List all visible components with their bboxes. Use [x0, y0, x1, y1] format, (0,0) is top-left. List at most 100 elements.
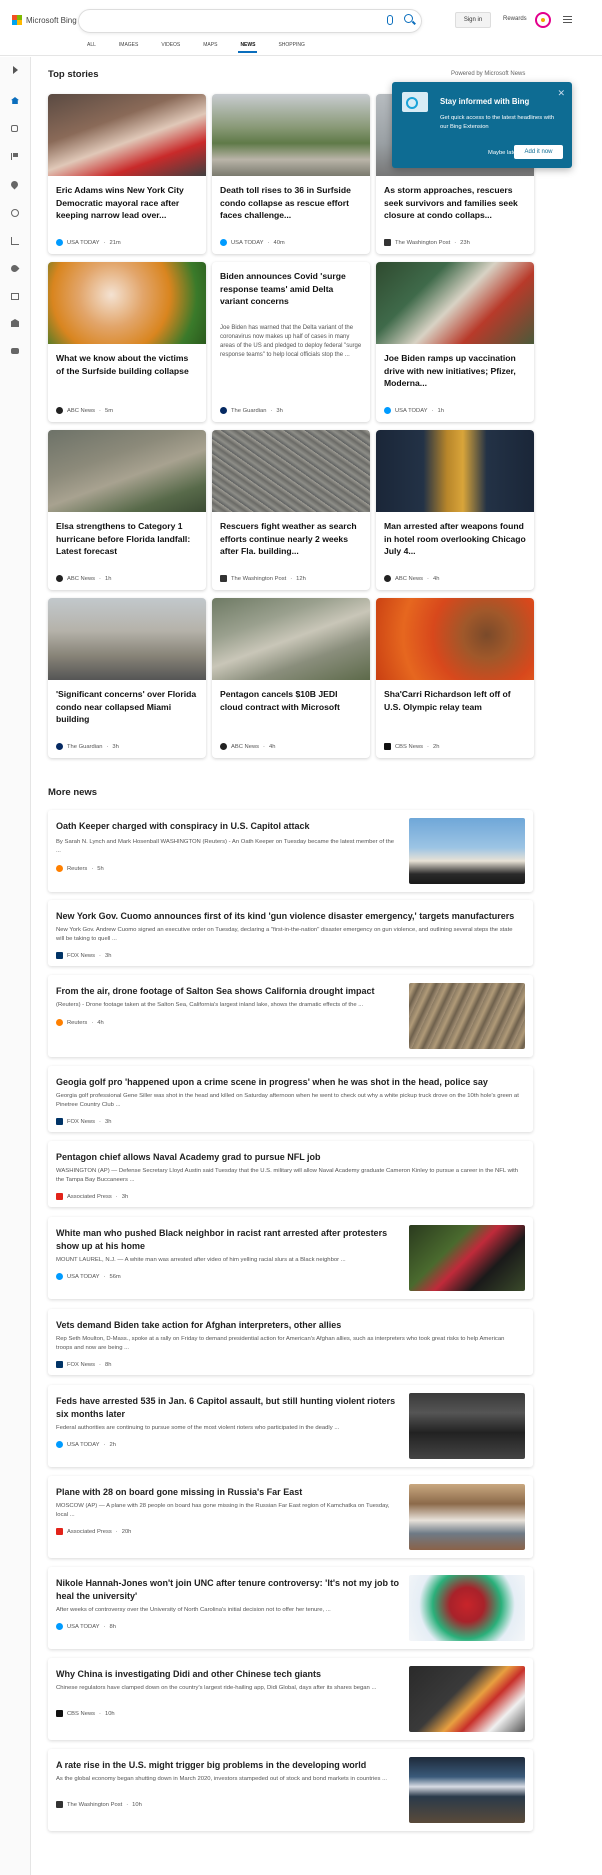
news-source: USA TODAY · 2h: [56, 1441, 116, 1448]
home-icon[interactable]: [11, 97, 19, 104]
ap-logo-icon: [56, 1528, 63, 1535]
story-image: [48, 430, 206, 512]
search-input[interactable]: [78, 9, 422, 33]
story-card[interactable]: Elsa strengthens to Category 1 hurricane…: [48, 430, 206, 590]
story-source: USA TODAY · 40m: [220, 239, 285, 246]
story-image: [212, 94, 370, 176]
chart-icon[interactable]: [11, 237, 19, 245]
story-title: Death toll rises to 36 in Surfside condo…: [220, 185, 351, 220]
abc-news-logo-icon: [56, 575, 63, 582]
news-source: Reuters · 5h: [56, 865, 104, 872]
news-title: Plane with 28 on board gone missing in R…: [56, 1487, 303, 1497]
story-card[interactable]: Rescuers fight weather as search efforts…: [212, 430, 370, 590]
cbs-news-logo-icon: [56, 1710, 63, 1717]
news-image: [409, 1575, 525, 1641]
usa-today-logo-icon: [56, 1273, 63, 1280]
story-card[interactable]: Biden announces Covid 'surge response te…: [212, 262, 370, 422]
news-image: [409, 818, 525, 884]
story-source: The Guardian · 3h: [220, 407, 283, 414]
fox-news-logo-icon: [56, 952, 63, 959]
sign-in-button[interactable]: Sign in: [455, 12, 491, 28]
flag-icon[interactable]: [11, 153, 18, 160]
microphone-icon[interactable]: [387, 15, 393, 25]
abc-news-logo-icon: [220, 743, 227, 750]
news-source: FOX News · 3h: [56, 1118, 111, 1125]
story-title: As storm approaches, rescuers seek survi…: [384, 185, 518, 220]
news-source: USA TODAY · 8h: [56, 1623, 116, 1630]
tools-icon[interactable]: [11, 125, 18, 132]
news-source: CBS News · 10h: [56, 1710, 115, 1717]
scope-maps[interactable]: MAPS: [203, 42, 217, 48]
story-card[interactable]: 'Significant concerns' over Florida cond…: [48, 598, 206, 758]
news-description: By Sarah N. Lynch and Mark Hosenball WAS…: [56, 839, 394, 854]
scope-news[interactable]: NEWS: [238, 42, 258, 53]
bing-logo[interactable]: Microsoft Bing: [12, 15, 77, 25]
scope-all[interactable]: ALL: [87, 42, 96, 48]
story-card[interactable]: Eric Adams wins New York City Democratic…: [48, 94, 206, 254]
reuters-logo-icon: [56, 1019, 63, 1026]
news-item[interactable]: Geogia golf pro 'happened upon a crime s…: [48, 1066, 533, 1132]
story-image: [212, 430, 370, 512]
story-card[interactable]: Sha'Carri Richardson left off of U.S. Ol…: [376, 598, 534, 758]
story-title: Joe Biden ramps up vaccination drive wit…: [384, 353, 516, 388]
search-icon[interactable]: [404, 14, 413, 23]
news-title: Oath Keeper charged with conspiracy in U…: [56, 821, 310, 831]
usa-today-logo-icon: [220, 239, 227, 246]
rewards-badge-icon[interactable]: [535, 12, 551, 28]
story-title: Rescuers fight weather as search efforts…: [220, 521, 357, 556]
news-item[interactable]: White man who pushed Black neighbor in r…: [48, 1217, 533, 1299]
story-card[interactable]: Pentagon cancels $10B JEDI cloud contrac…: [212, 598, 370, 758]
close-icon[interactable]: ✕: [557, 88, 565, 99]
news-item[interactable]: A rate rise in the U.S. might trigger bi…: [48, 1749, 533, 1831]
top-header: Microsoft Bing Sign in Rewards ALL IMAGE…: [0, 0, 602, 56]
story-card[interactable]: Death toll rises to 36 in Surfside condo…: [212, 94, 370, 254]
story-source: ABC News · 4h: [220, 743, 275, 750]
expand-rail-icon[interactable]: [13, 66, 18, 74]
location-pin-icon[interactable]: [9, 179, 20, 190]
news-title: New York Gov. Cuomo announces first of i…: [56, 911, 515, 921]
scope-images[interactable]: IMAGES: [119, 42, 138, 48]
news-source: FOX News · 8h: [56, 1361, 111, 1368]
story-source: USA TODAY · 21m: [56, 239, 121, 246]
story-card[interactable]: What we know about the victims of the Su…: [48, 262, 206, 422]
news-item[interactable]: Nikole Hannah-Jones won't join UNC after…: [48, 1567, 533, 1649]
news-description: New York Gov. Andrew Cuomo signed an exe…: [56, 927, 513, 942]
story-source: ABC News · 5m: [56, 407, 113, 414]
news-item[interactable]: Oath Keeper charged with conspiracy in U…: [48, 810, 533, 892]
rocket-icon[interactable]: [9, 263, 20, 274]
fox-news-logo-icon: [56, 1118, 63, 1125]
news-title: Nikole Hannah-Jones won't join UNC after…: [56, 1578, 399, 1601]
scope-shopping[interactable]: SHOPPING: [278, 42, 304, 48]
globe-icon[interactable]: [11, 209, 19, 217]
story-card[interactable]: Man arrested after weapons found in hote…: [376, 430, 534, 590]
hamburger-menu-icon[interactable]: [563, 16, 572, 25]
reuters-logo-icon: [56, 865, 63, 872]
news-item[interactable]: Vets demand Biden take action for Afghan…: [48, 1309, 533, 1375]
story-source: USA TODAY · 1h: [384, 407, 444, 414]
news-image: [409, 983, 525, 1049]
news-title: From the air, drone footage of Salton Se…: [56, 986, 375, 996]
scope-videos[interactable]: VIDEOS: [161, 42, 180, 48]
rewards-link[interactable]: Rewards: [503, 16, 527, 22]
news-item[interactable]: Plane with 28 on board gone missing in R…: [48, 1476, 533, 1558]
news-item[interactable]: New York Gov. Cuomo announces first of i…: [48, 900, 533, 966]
story-card[interactable]: Joe Biden ramps up vaccination drive wit…: [376, 262, 534, 422]
building-icon[interactable]: [11, 319, 19, 327]
abc-news-logo-icon: [384, 575, 391, 582]
story-image: [48, 262, 206, 344]
popup-title: Stay informed with Bing: [440, 97, 530, 106]
add-it-now-button[interactable]: Add it now: [514, 145, 563, 159]
washington-post-logo-icon: [56, 1801, 63, 1808]
powered-by-label: Powered by Microsoft News: [451, 71, 526, 77]
usa-today-logo-icon: [56, 1441, 63, 1448]
news-item[interactable]: From the air, drone footage of Salton Se…: [48, 975, 533, 1057]
top-stories-title: Top stories: [48, 69, 99, 80]
car-icon[interactable]: [11, 348, 19, 354]
story-source: The Washington Post · 23h: [384, 239, 470, 246]
news-item[interactable]: Pentagon chief allows Naval Academy grad…: [48, 1141, 533, 1207]
news-description: Georgia golf professional Gene Siller wa…: [56, 1093, 519, 1108]
news-item[interactable]: Feds have arrested 535 in Jan. 6 Capitol…: [48, 1385, 533, 1467]
film-icon[interactable]: [11, 293, 19, 300]
news-item[interactable]: Why China is investigating Didi and othe…: [48, 1658, 533, 1740]
news-title: Geogia golf pro 'happened upon a crime s…: [56, 1077, 488, 1087]
